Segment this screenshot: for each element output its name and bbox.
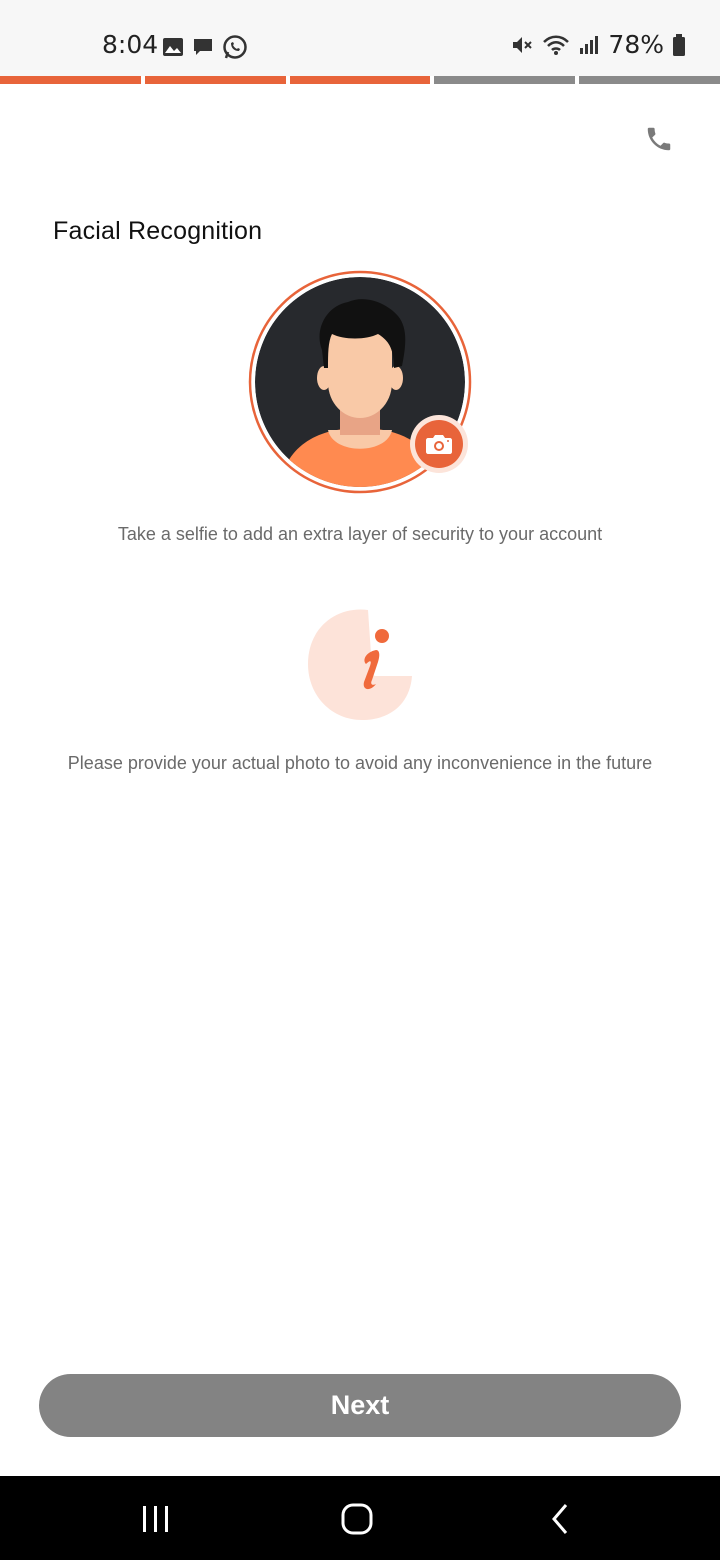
camera-button[interactable] [409, 414, 469, 474]
progress-step [0, 76, 141, 84]
navigation-bar [0, 1476, 720, 1560]
gallery-icon [163, 38, 183, 56]
step-progress [0, 76, 720, 84]
info-icon [308, 609, 412, 720]
home-icon[interactable] [337, 1502, 377, 1536]
back-icon[interactable] [540, 1502, 580, 1536]
signal-icon [580, 35, 599, 54]
battery-percent: 78% [608, 30, 664, 59]
selfie-instruction: Take a selfie to add an extra layer of s… [117, 524, 603, 544]
page-title: Facial Recognition [53, 217, 263, 245]
wifi-icon [543, 35, 570, 55]
progress-step [289, 76, 431, 84]
progress-step [144, 76, 286, 84]
message-icon [194, 39, 212, 55]
whatsapp-icon [223, 35, 247, 59]
status-right: 78% [510, 30, 686, 59]
phone-icon[interactable] [644, 124, 674, 154]
next-button[interactable]: Next [39, 1374, 681, 1437]
progress-step [434, 76, 576, 84]
progress-step [579, 76, 720, 84]
status-time: 8:04 [102, 30, 159, 59]
mute-icon [513, 36, 533, 53]
status-bar: 8:04 78% [0, 0, 720, 76]
recent-apps-icon[interactable] [136, 1502, 176, 1536]
photo-note: Please provide your actual photo to avoi… [67, 753, 653, 773]
battery-icon [673, 33, 685, 56]
notification-icons [162, 34, 248, 60]
